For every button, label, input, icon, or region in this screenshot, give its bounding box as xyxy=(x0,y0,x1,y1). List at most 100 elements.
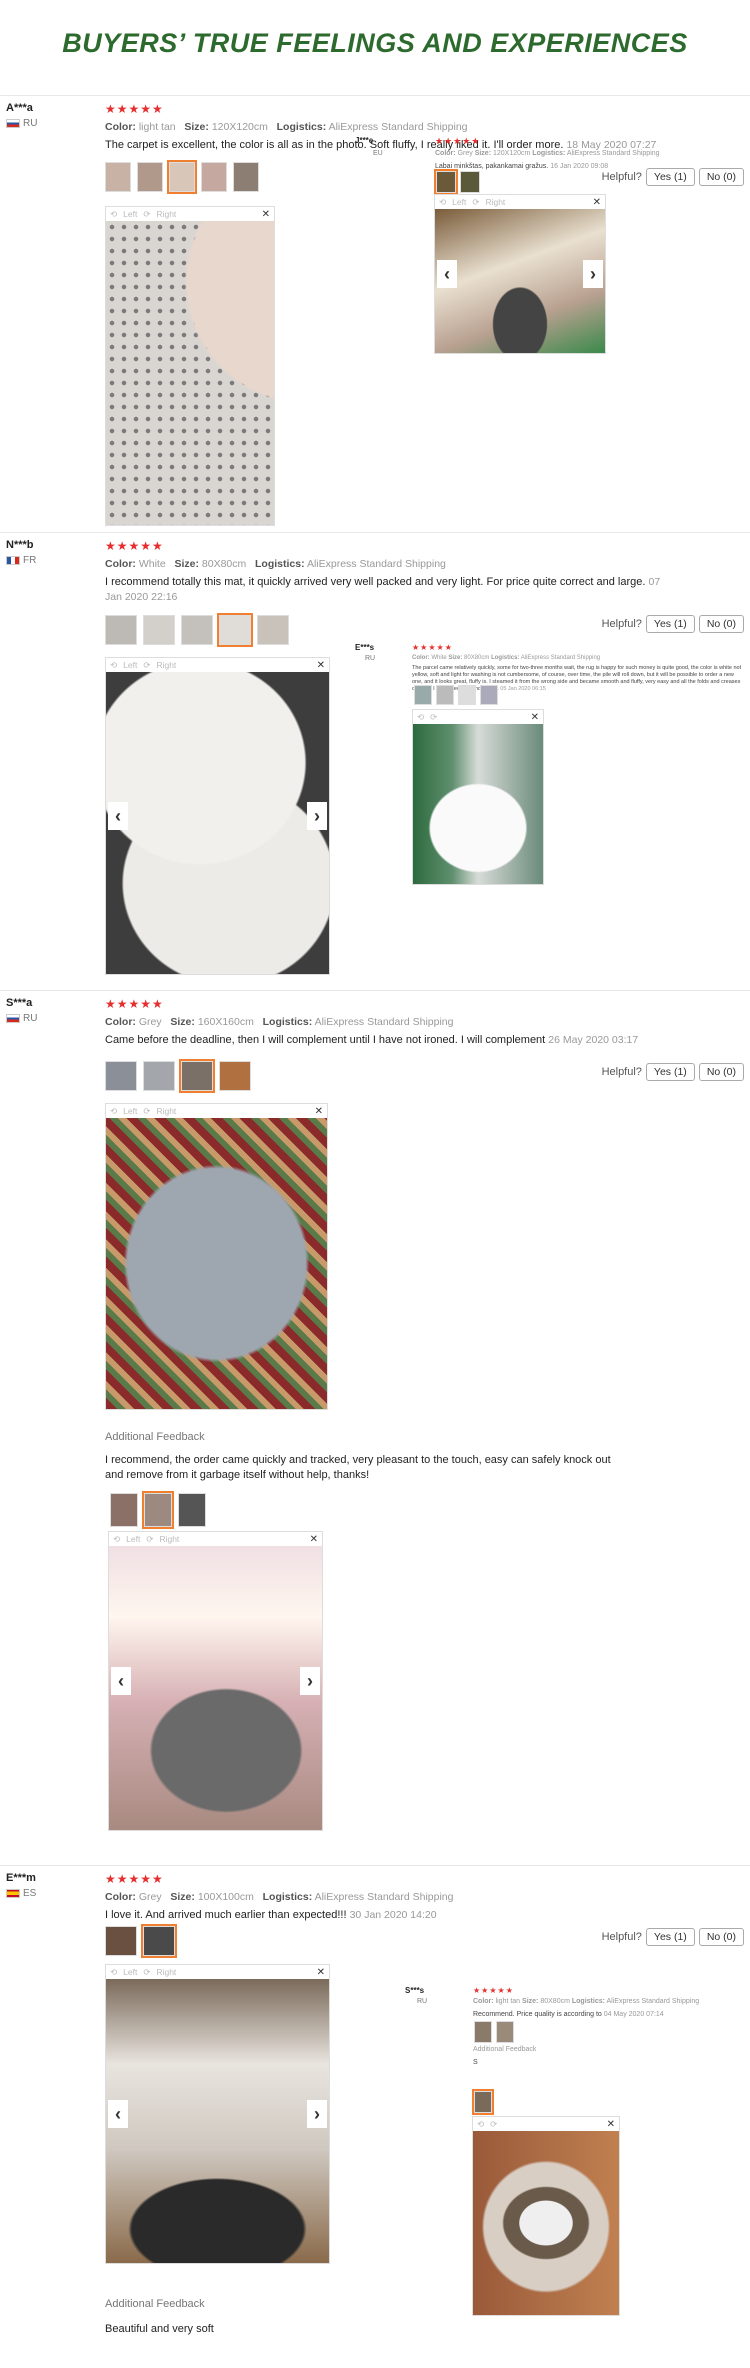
thumbnail[interactable] xyxy=(217,613,253,647)
thumbnail[interactable] xyxy=(167,160,197,194)
thumbnail[interactable] xyxy=(458,685,476,705)
next-photo-button[interactable]: › xyxy=(307,802,327,830)
yes-button[interactable]: Yes (1) xyxy=(645,1928,695,1946)
rotate-right-icon[interactable]: ⟳ xyxy=(143,1967,150,1978)
rotate-right-icon[interactable]: ⟳ xyxy=(146,1534,153,1545)
rotate-right-icon[interactable]: ⟳ xyxy=(143,660,150,671)
rotate-right-icon[interactable]: ⟳ xyxy=(490,2119,497,2130)
review-meta: Color: light tan Size: 80X80cm Logistics… xyxy=(473,1998,700,2005)
rotate-right-icon[interactable]: ⟳ xyxy=(143,209,150,220)
additional-feedback-text: S xyxy=(473,2059,478,2066)
thumbnail[interactable] xyxy=(178,1493,206,1527)
reviewer-name: E***s xyxy=(355,643,375,652)
review-text: I love it. And arrived much earlier than… xyxy=(105,1909,437,1921)
additional-feedback-label: Additional Feedback xyxy=(105,2298,205,2310)
thumbnail[interactable] xyxy=(142,1491,174,1529)
thumbnail[interactable] xyxy=(143,1061,175,1091)
thumbnail[interactable] xyxy=(233,162,259,192)
thumbnail[interactable] xyxy=(474,2021,492,2043)
rotate-left-icon[interactable]: ⟲ xyxy=(113,1534,120,1545)
close-icon[interactable]: ✕ xyxy=(317,660,325,671)
thumbnail[interactable] xyxy=(105,615,137,645)
rotate-left-icon[interactable]: ⟲ xyxy=(110,1106,117,1117)
rating-stars: ★★★★★ xyxy=(105,539,164,553)
close-icon[interactable]: ✕ xyxy=(607,2119,615,2130)
thumbnail[interactable] xyxy=(105,162,131,192)
thumbnail[interactable] xyxy=(137,162,163,192)
rotate-left-icon[interactable]: ⟲ xyxy=(110,1967,117,1978)
thumbnail[interactable] xyxy=(460,171,480,193)
rotate-right-icon[interactable]: ⟳ xyxy=(143,1106,150,1117)
photo-viewer: ⟲ Left ⟳ Right ✕ xyxy=(105,206,275,526)
thumbnail[interactable] xyxy=(480,685,498,705)
reviewer-name: A***a xyxy=(6,102,33,114)
reviewer-name: J***e xyxy=(355,136,374,145)
photo-thumbnails xyxy=(434,169,480,195)
photo-thumbnails xyxy=(105,1059,251,1093)
review-photo xyxy=(106,1118,327,1409)
yes-button[interactable]: Yes (1) xyxy=(645,168,695,186)
thumbnail[interactable] xyxy=(436,685,454,705)
thumbnail[interactable] xyxy=(143,615,175,645)
prev-photo-button[interactable]: ‹ xyxy=(108,802,128,830)
reviewer-name: N***b xyxy=(6,539,34,551)
next-photo-button[interactable]: › xyxy=(307,2100,327,2128)
thumbnail[interactable] xyxy=(181,615,213,645)
no-button[interactable]: No (0) xyxy=(698,168,744,186)
thumbnail[interactable] xyxy=(201,162,227,192)
close-icon[interactable]: ✕ xyxy=(262,209,270,220)
review-meta: Color: Grey Size: 100X100cm Logistics: A… xyxy=(105,1891,454,1903)
photo-viewer: ⟲ Left ⟳ Right ✕ ‹ › xyxy=(105,657,330,975)
close-icon[interactable]: ✕ xyxy=(315,1106,323,1117)
prev-photo-button[interactable]: ‹ xyxy=(437,260,457,288)
helpful-vote: Helpful? Yes (1) No (0) xyxy=(602,615,744,633)
prev-photo-button[interactable]: ‹ xyxy=(108,2100,128,2128)
thumbnail[interactable] xyxy=(179,1059,215,1093)
thumbnail[interactable] xyxy=(110,1493,138,1527)
review-card: A***a RU ★★★★★ Color: light tan Size: 12… xyxy=(0,95,750,532)
rotate-left-icon[interactable]: ⟲ xyxy=(477,2119,484,2130)
no-button[interactable]: No (0) xyxy=(698,1063,744,1081)
thumbnail[interactable] xyxy=(414,685,432,705)
thumbnail[interactable] xyxy=(105,1061,137,1091)
close-icon[interactable]: ✕ xyxy=(317,1967,325,1978)
rotate-left-icon[interactable]: ⟲ xyxy=(110,209,117,220)
photo-thumbnails xyxy=(105,1924,177,1958)
close-icon[interactable]: ✕ xyxy=(531,712,539,723)
thumbnail[interactable] xyxy=(496,2021,514,2043)
next-photo-button[interactable]: › xyxy=(300,1667,320,1695)
additional-feedback-label: Additional Feedback xyxy=(105,1431,205,1443)
thumbnail[interactable] xyxy=(472,2089,494,2115)
rotate-left-icon[interactable]: ⟲ xyxy=(110,660,117,671)
photo-thumbnails xyxy=(105,613,289,647)
photo-viewer: ⟲ Left ⟳ Right ✕ ‹ › xyxy=(108,1531,323,1831)
next-photo-button[interactable]: › xyxy=(583,260,603,288)
review-text: Labai minkštas, pakankamai gražus. 16 Ja… xyxy=(435,163,609,170)
rotate-left-icon[interactable]: ⟲ xyxy=(417,712,424,723)
review-photo xyxy=(106,221,274,525)
yes-button[interactable]: Yes (1) xyxy=(645,1063,695,1081)
reviewer-country: FR xyxy=(6,555,36,566)
photo-viewer: ⟲ ⟳ ✕ xyxy=(472,2116,620,2316)
photo-viewer: ⟲ Left ⟳ Right ✕ ‹ › xyxy=(105,1964,330,2264)
review-meta: Color: White Size: 80X80cm Logistics: Al… xyxy=(412,655,601,661)
prev-photo-button[interactable]: ‹ xyxy=(111,1667,131,1695)
close-icon[interactable]: ✕ xyxy=(593,197,601,208)
no-button[interactable]: No (0) xyxy=(698,1928,744,1946)
rotate-right-icon[interactable]: ⟳ xyxy=(430,712,437,723)
yes-button[interactable]: Yes (1) xyxy=(645,615,695,633)
photo-viewer: ⟲ Left ⟳ Right ✕ xyxy=(105,1103,328,1410)
thumbnail[interactable] xyxy=(434,169,458,195)
rotate-right-icon[interactable]: ⟳ xyxy=(472,197,479,208)
no-button[interactable]: No (0) xyxy=(698,615,744,633)
thumbnail[interactable] xyxy=(257,615,289,645)
rating-stars: ★★★★★ xyxy=(473,1986,514,1995)
photo-viewer: ⟲ Left ⟳ Right ✕ ‹ › xyxy=(434,194,606,354)
close-icon[interactable]: ✕ xyxy=(310,1534,318,1545)
thumbnail[interactable] xyxy=(219,1061,251,1091)
additional-feedback-label: Additional Feedback xyxy=(473,2046,537,2053)
flag-ru-icon xyxy=(6,1014,20,1023)
thumbnail[interactable] xyxy=(105,1926,137,1956)
rotate-left-icon[interactable]: ⟲ xyxy=(439,197,446,208)
thumbnail[interactable] xyxy=(141,1924,177,1958)
